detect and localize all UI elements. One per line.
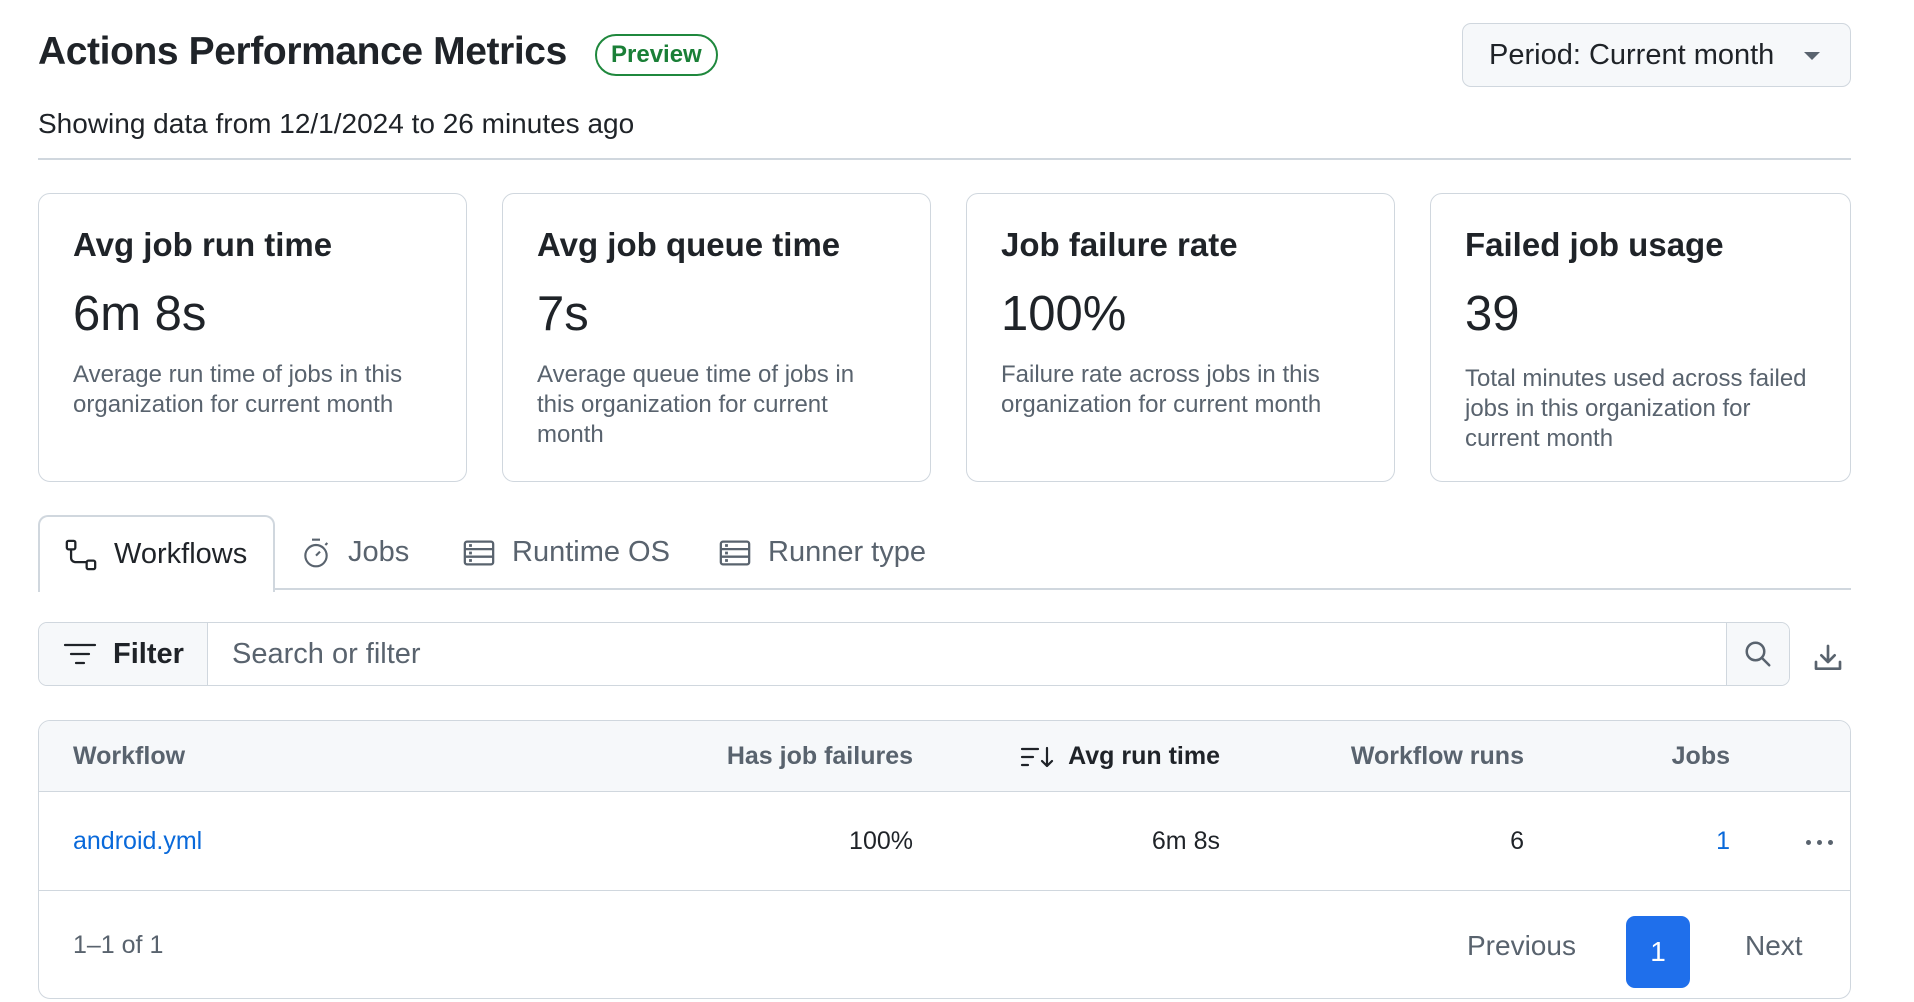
tab-runner-type[interactable]: Runner type xyxy=(718,515,926,590)
filter-icon xyxy=(63,643,97,665)
period-select-button[interactable]: Period: Current month xyxy=(1462,23,1851,87)
filter-button-label: Filter xyxy=(113,637,184,670)
metric-card-title: Avg job queue time xyxy=(537,226,841,263)
server-icon xyxy=(719,540,751,565)
tab-workflows[interactable]: Workflows xyxy=(38,515,276,592)
jobs-count-link[interactable]: 1 xyxy=(1716,792,1730,891)
actions-performance-metrics-page: Actions Performance Metrics Preview Peri… xyxy=(0,0,1914,1002)
tab-label: Workflows xyxy=(114,538,248,570)
column-header-workflow-runs[interactable]: Workflow runs xyxy=(1351,721,1524,792)
search-button[interactable] xyxy=(1726,623,1789,685)
stopwatch-icon xyxy=(304,538,329,567)
cell-workflow-runs: 6 xyxy=(1510,827,1524,855)
metric-card-value: 6m 8s xyxy=(73,287,207,341)
metric-card-description: Failure rate across jobs in this organiz… xyxy=(1001,361,1322,418)
pagination-next-button[interactable]: Next xyxy=(1745,891,1803,998)
metric-card-avg-job-run-time: Avg job run time 6m 8s Average run time … xyxy=(38,193,467,482)
column-header-has-job-failures[interactable]: Has job failures xyxy=(727,721,913,792)
preview-badge: Preview xyxy=(595,34,718,76)
metric-card-description: Total minutes used across failed jobs in… xyxy=(1465,365,1807,452)
column-header-avg-run-time[interactable]: Avg run time xyxy=(1020,721,1220,792)
download-button[interactable] xyxy=(1808,638,1848,678)
pagination-page-1[interactable]: 1 xyxy=(1626,916,1690,988)
workflow-link[interactable]: android.yml xyxy=(73,792,202,891)
tab-bar: Workflows Jobs Runtime OS Runner type xyxy=(38,515,1851,592)
header-divider xyxy=(38,158,1851,160)
table-header: Workflow Has job failures Avg run time W… xyxy=(39,721,1850,792)
metric-card-failed-job-usage: Failed job usage 39 Total minutes used a… xyxy=(1430,193,1851,482)
download-icon xyxy=(1814,644,1842,670)
metric-card-value: 7s xyxy=(537,287,589,341)
search-input[interactable] xyxy=(208,623,1726,685)
metric-card-title: Job failure rate xyxy=(1001,226,1238,263)
metric-card-value: 39 xyxy=(1465,287,1520,341)
pagination-previous-button[interactable]: Previous xyxy=(1467,891,1576,998)
metric-card-description: Average run time of jobs in this organiz… xyxy=(73,361,403,418)
column-header-workflow[interactable]: Workflow xyxy=(73,721,185,792)
page-title: Actions Performance Metrics xyxy=(38,30,567,73)
sort-descending-icon xyxy=(1021,746,1054,767)
tab-jobs[interactable]: Jobs xyxy=(300,515,409,590)
metric-card-avg-job-queue-time: Avg job queue time 7s Average queue time… xyxy=(502,193,931,482)
metric-card-title: Failed job usage xyxy=(1465,226,1724,263)
tab-runtime-os[interactable]: Runtime OS xyxy=(462,515,670,590)
column-header-jobs[interactable]: Jobs xyxy=(1672,721,1730,792)
cell-avg-run-time: 6m 8s xyxy=(1151,827,1220,855)
table-row: android.yml 100% 6m 8s 6 1 xyxy=(39,792,1850,891)
table-footer: 1–1 of 1 Previous 1 Next xyxy=(39,891,1850,998)
cell-has-job-failures: 100% xyxy=(849,827,913,855)
column-header-label: Avg run time xyxy=(1068,742,1220,770)
filter-button[interactable]: Filter xyxy=(39,623,208,685)
metric-card-description: Average queue time of jobs in this organ… xyxy=(537,361,855,448)
date-range-subtitle: Showing data from 12/1/2024 to 26 minute… xyxy=(38,108,635,139)
pagination-range: 1–1 of 1 xyxy=(73,931,164,959)
tab-label: Runtime OS xyxy=(512,536,670,568)
period-select-label: Period: Current month xyxy=(1489,38,1775,71)
row-actions-button[interactable] xyxy=(1799,822,1839,862)
tab-label: Runner type xyxy=(768,536,926,568)
search-icon xyxy=(1745,641,1771,667)
tab-label: Jobs xyxy=(348,536,410,568)
metric-card-job-failure-rate: Job failure rate 100% Failure rate acros… xyxy=(966,193,1395,482)
workflows-table: Workflow Has job failures Avg run time W… xyxy=(38,720,1851,999)
workflow-icon xyxy=(65,539,97,570)
metric-card-title: Avg job run time xyxy=(73,226,333,263)
filter-bar: Filter xyxy=(38,622,1790,686)
metric-card-value: 100% xyxy=(1001,287,1127,341)
server-icon xyxy=(463,540,495,565)
kebab-horizontal-icon xyxy=(1803,839,1836,845)
caret-down-icon xyxy=(1804,52,1820,60)
